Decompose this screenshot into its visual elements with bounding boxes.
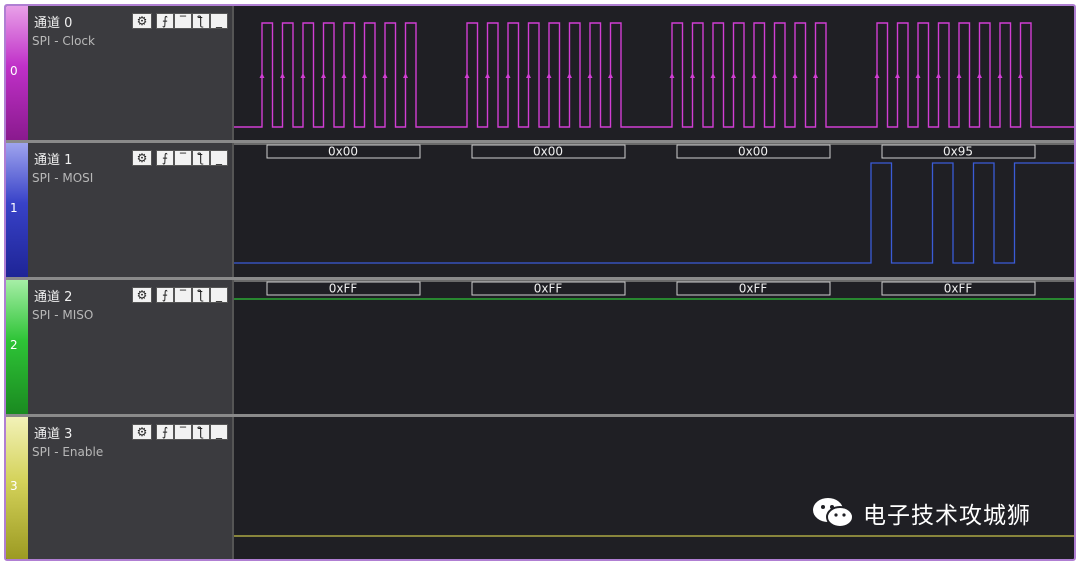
channel-0-title: 通道 0 bbox=[34, 16, 73, 31]
clock-edge-marker-2-1 bbox=[690, 73, 695, 78]
channel-2-subtitle: SPI - MISO bbox=[32, 308, 94, 322]
clock-edge-marker-1-1 bbox=[485, 73, 490, 78]
miso-decode-label-1: 0xFF bbox=[534, 282, 563, 296]
watermark: 电子技术攻城狮 bbox=[811, 496, 1031, 530]
waveform-area[interactable]: 0x00 0x00 0x00 0x95 0xFF 0xFF 0xFF 0xFF bbox=[234, 6, 1074, 559]
clock-edge-marker-1-2 bbox=[505, 73, 511, 78]
clock-edge-marker-1-7 bbox=[608, 73, 613, 78]
clock-edge-marker-0-4 bbox=[341, 73, 347, 78]
channel-0-panel[interactable]: 0 通道 0 SPI - Clock ⚙ ⨍ ‾ ƪ _ bbox=[6, 6, 232, 140]
channel-2-panel[interactable]: 2 通道 2 SPI - MISO ⚙ ⨍ ‾ ƪ _ bbox=[6, 280, 232, 414]
mosi-decode-label-1: 0x00 bbox=[533, 145, 563, 159]
clock-waveform bbox=[234, 22, 1074, 128]
clock-edge-marker-3-3 bbox=[936, 73, 941, 78]
clock-edge-marker-3-4 bbox=[956, 73, 962, 78]
channel-1-rising-edge-icon[interactable]: ⨍ bbox=[156, 150, 174, 166]
clock-edge-marker-0-6 bbox=[382, 73, 388, 78]
miso-decode-label-0: 0xFF bbox=[329, 282, 358, 296]
clock-edge-marker-3-2 bbox=[915, 73, 921, 78]
clock-edge-marker-0-0 bbox=[259, 73, 265, 78]
channel-2-number: 2 bbox=[10, 338, 18, 352]
channel-1-title: 通道 1 bbox=[34, 153, 73, 168]
channel-1-gear-icon[interactable]: ⚙ bbox=[132, 150, 152, 166]
clock-edge-marker-1-3 bbox=[526, 73, 531, 78]
channel-2-rising-edge-icon[interactable]: ⨍ bbox=[156, 287, 174, 303]
clock-edge-marker-0-1 bbox=[280, 73, 285, 78]
channel-3-title: 通道 3 bbox=[34, 427, 73, 442]
channel-0-low-icon[interactable]: _ bbox=[210, 13, 228, 29]
channel-2-falling-edge-icon[interactable]: ƪ bbox=[192, 287, 210, 303]
clock-edge-marker-3-6 bbox=[997, 73, 1003, 78]
clock-edge-marker-2-5 bbox=[772, 73, 777, 78]
logic-analyzer-window: 0x00 0x00 0x00 0x95 0xFF 0xFF 0xFF 0xFF 0 通道 0 … bbox=[4, 4, 1076, 561]
clock-edge-marker-2-0 bbox=[669, 73, 675, 78]
clock-edge-marker-0-5 bbox=[362, 73, 367, 78]
channel-1-panel[interactable]: 1 通道 1 SPI - MOSI ⚙ ⨍ ‾ ƪ _ bbox=[6, 143, 232, 277]
channel-1-subtitle: SPI - MOSI bbox=[32, 171, 94, 185]
channel-3-high-icon[interactable]: ‾ bbox=[174, 424, 192, 440]
clock-edge-marker-1-5 bbox=[567, 73, 572, 78]
channel-0-rising-edge-icon[interactable]: ⨍ bbox=[156, 13, 174, 29]
channel-0-number: 0 bbox=[10, 64, 18, 78]
clock-edge-marker-1-6 bbox=[587, 73, 593, 78]
clock-edge-marker-3-5 bbox=[977, 73, 982, 78]
clock-edge-marker-1-0 bbox=[464, 73, 470, 78]
clock-edge-marker-2-3 bbox=[731, 73, 736, 78]
channel-0-high-icon[interactable]: ‾ bbox=[174, 13, 192, 29]
clock-edge-marker-0-7 bbox=[403, 73, 408, 78]
channel-3-gear-icon[interactable]: ⚙ bbox=[132, 424, 152, 440]
clock-edge-marker-3-7 bbox=[1018, 73, 1023, 78]
channel-0-subtitle: SPI - Clock bbox=[32, 34, 95, 48]
wechat-icon bbox=[813, 498, 854, 528]
channel-2-low-icon[interactable]: _ bbox=[210, 287, 228, 303]
channel-0-gear-icon[interactable]: ⚙ bbox=[132, 13, 152, 29]
channel-1-low-icon[interactable]: _ bbox=[210, 150, 228, 166]
clock-edge-marker-2-7 bbox=[813, 73, 818, 78]
mosi-waveform bbox=[234, 162, 1074, 264]
mosi-decode-label-2: 0x00 bbox=[738, 145, 768, 159]
channel-2-gear-icon[interactable]: ⚙ bbox=[132, 287, 152, 303]
channel-2-high-icon[interactable]: ‾ bbox=[174, 287, 192, 303]
channel-1-high-icon[interactable]: ‾ bbox=[174, 150, 192, 166]
clock-edge-marker-3-0 bbox=[874, 73, 880, 78]
clock-edge-marker-1-4 bbox=[546, 73, 552, 78]
channel-0-falling-edge-icon[interactable]: ƪ bbox=[192, 13, 210, 29]
miso-decode-label-3: 0xFF bbox=[944, 282, 973, 296]
channel-2-title: 通道 2 bbox=[34, 290, 73, 305]
channel-1-falling-edge-icon[interactable]: ƪ bbox=[192, 150, 210, 166]
channel-3-falling-edge-icon[interactable]: ƪ bbox=[192, 424, 210, 440]
channel-3-number: 3 bbox=[10, 479, 18, 493]
channel-1-number: 1 bbox=[10, 201, 18, 215]
clock-edge-marker-3-1 bbox=[895, 73, 900, 78]
mosi-decode-label-3: 0x95 bbox=[943, 145, 973, 159]
channel-3-low-icon[interactable]: _ bbox=[210, 424, 228, 440]
clock-edge-marker-0-3 bbox=[321, 73, 326, 78]
clock-edge-marker-2-6 bbox=[792, 73, 798, 78]
channel-3-panel[interactable]: 3 通道 3 SPI - Enable ⚙ ⨍ ‾ ƪ _ bbox=[6, 417, 232, 559]
watermark-text: 电子技术攻城狮 bbox=[863, 503, 1031, 529]
channel-3-subtitle: SPI - Enable bbox=[32, 445, 104, 459]
miso-decode-label-2: 0xFF bbox=[739, 282, 768, 296]
clock-edge-marker-2-2 bbox=[710, 73, 716, 78]
channel-3-rising-edge-icon[interactable]: ⨍ bbox=[156, 424, 174, 440]
clock-edge-marker-0-2 bbox=[300, 73, 306, 78]
clock-edge-marker-2-4 bbox=[751, 73, 757, 78]
mosi-decode-label-0: 0x00 bbox=[328, 145, 358, 159]
